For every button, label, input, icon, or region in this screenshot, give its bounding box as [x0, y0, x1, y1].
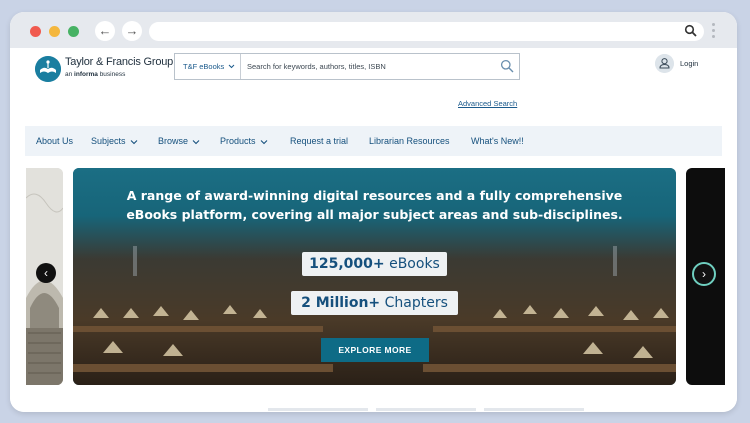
browser-toolbar: ← → [10, 12, 737, 48]
logo-book-icon [35, 56, 61, 82]
nav-label: Browse [158, 136, 189, 146]
chevron-down-icon [260, 139, 267, 144]
site-search: T&F eBooks [174, 53, 520, 80]
carousel-next-button[interactable]: › [692, 262, 716, 286]
nav-products[interactable]: Products [220, 126, 268, 156]
browser-window: ← → Taylor & Francis Group an informa bu… [10, 12, 737, 412]
chevron-down-icon [130, 139, 137, 144]
user-icon [655, 54, 674, 73]
nav-label: Librarian Resources [369, 136, 450, 146]
login-label: Login [680, 59, 699, 68]
logo-name: Taylor & Francis Group [65, 56, 174, 68]
hero-banner: A range of award-winning digital resourc… [73, 168, 676, 385]
ebooks-stat-label: eBooks [384, 256, 440, 272]
close-window-button[interactable] [30, 26, 41, 37]
nav-label: Request a trial [290, 136, 349, 146]
nav-label: Products [220, 136, 256, 146]
hero-headline-line2: eBooks platform, covering all major subj… [126, 207, 623, 222]
chevron-down-icon [228, 64, 235, 69]
nav-about-us[interactable]: About Us [36, 126, 73, 156]
search-input[interactable] [247, 58, 495, 75]
minimize-window-button[interactable] [49, 26, 60, 37]
logo-tagline-brand: informa [74, 71, 98, 78]
nav-request-trial[interactable]: Request a trial [290, 126, 348, 156]
explore-more-button[interactable]: EXPLORE MORE [321, 338, 429, 362]
ebooks-stat-value: 125,000+ [309, 256, 385, 272]
carousel-dot[interactable] [376, 408, 476, 411]
nav-browse[interactable]: Browse [158, 126, 200, 156]
nav-whats-new[interactable]: What's New!! [471, 126, 524, 156]
forward-arrow-icon[interactable]: → [122, 21, 142, 41]
browser-menu-icon[interactable] [712, 23, 716, 39]
hero-headline-line1: A range of award-winning digital resourc… [126, 188, 623, 203]
chapters-stat-label: Chapters [380, 295, 448, 311]
nav-label: Subjects [91, 136, 126, 146]
address-search-icon[interactable] [684, 24, 698, 38]
logo-tagline-suffix: business [97, 71, 126, 78]
nav-label: What's New!! [471, 136, 524, 146]
carousel-dot[interactable] [484, 408, 584, 411]
chapters-stat-badge: 2 Million+ Chapters [291, 291, 458, 315]
address-bar[interactable] [149, 22, 704, 41]
chapters-stat-value: 2 Million+ [301, 295, 381, 311]
nav-librarian-resources[interactable]: Librarian Resources [369, 126, 450, 156]
search-scope-select[interactable]: T&F eBooks [175, 54, 241, 79]
nav-label: About Us [36, 136, 74, 146]
search-icon[interactable] [500, 59, 514, 73]
hero-headline: A range of award-winning digital resourc… [73, 186, 676, 224]
search-scope-label: T&F eBooks [183, 62, 225, 71]
carousel-prev-button[interactable]: ‹ [36, 263, 56, 283]
page-content: Taylor & Francis Group an informa busine… [10, 48, 737, 412]
advanced-search-link[interactable]: Advanced Search [458, 99, 517, 108]
carousel-indicators [0, 408, 750, 412]
chevron-left-icon: ‹ [44, 266, 48, 280]
logo-tagline: an informa business [65, 71, 125, 78]
chevron-down-icon [192, 139, 200, 144]
main-nav: About Us Subjects Browse Products Reques… [25, 126, 722, 156]
maximize-window-button[interactable] [68, 26, 79, 37]
nav-subjects[interactable]: Subjects [91, 126, 138, 156]
logo-tagline-prefix: an [65, 71, 75, 78]
carousel-dot[interactable] [268, 408, 368, 411]
chevron-right-icon: › [702, 267, 706, 281]
ebooks-stat-badge: 125,000+ eBooks [302, 252, 447, 276]
back-arrow-icon[interactable]: ← [95, 21, 115, 41]
tf-logo[interactable]: Taylor & Francis Group an informa busine… [35, 54, 175, 84]
